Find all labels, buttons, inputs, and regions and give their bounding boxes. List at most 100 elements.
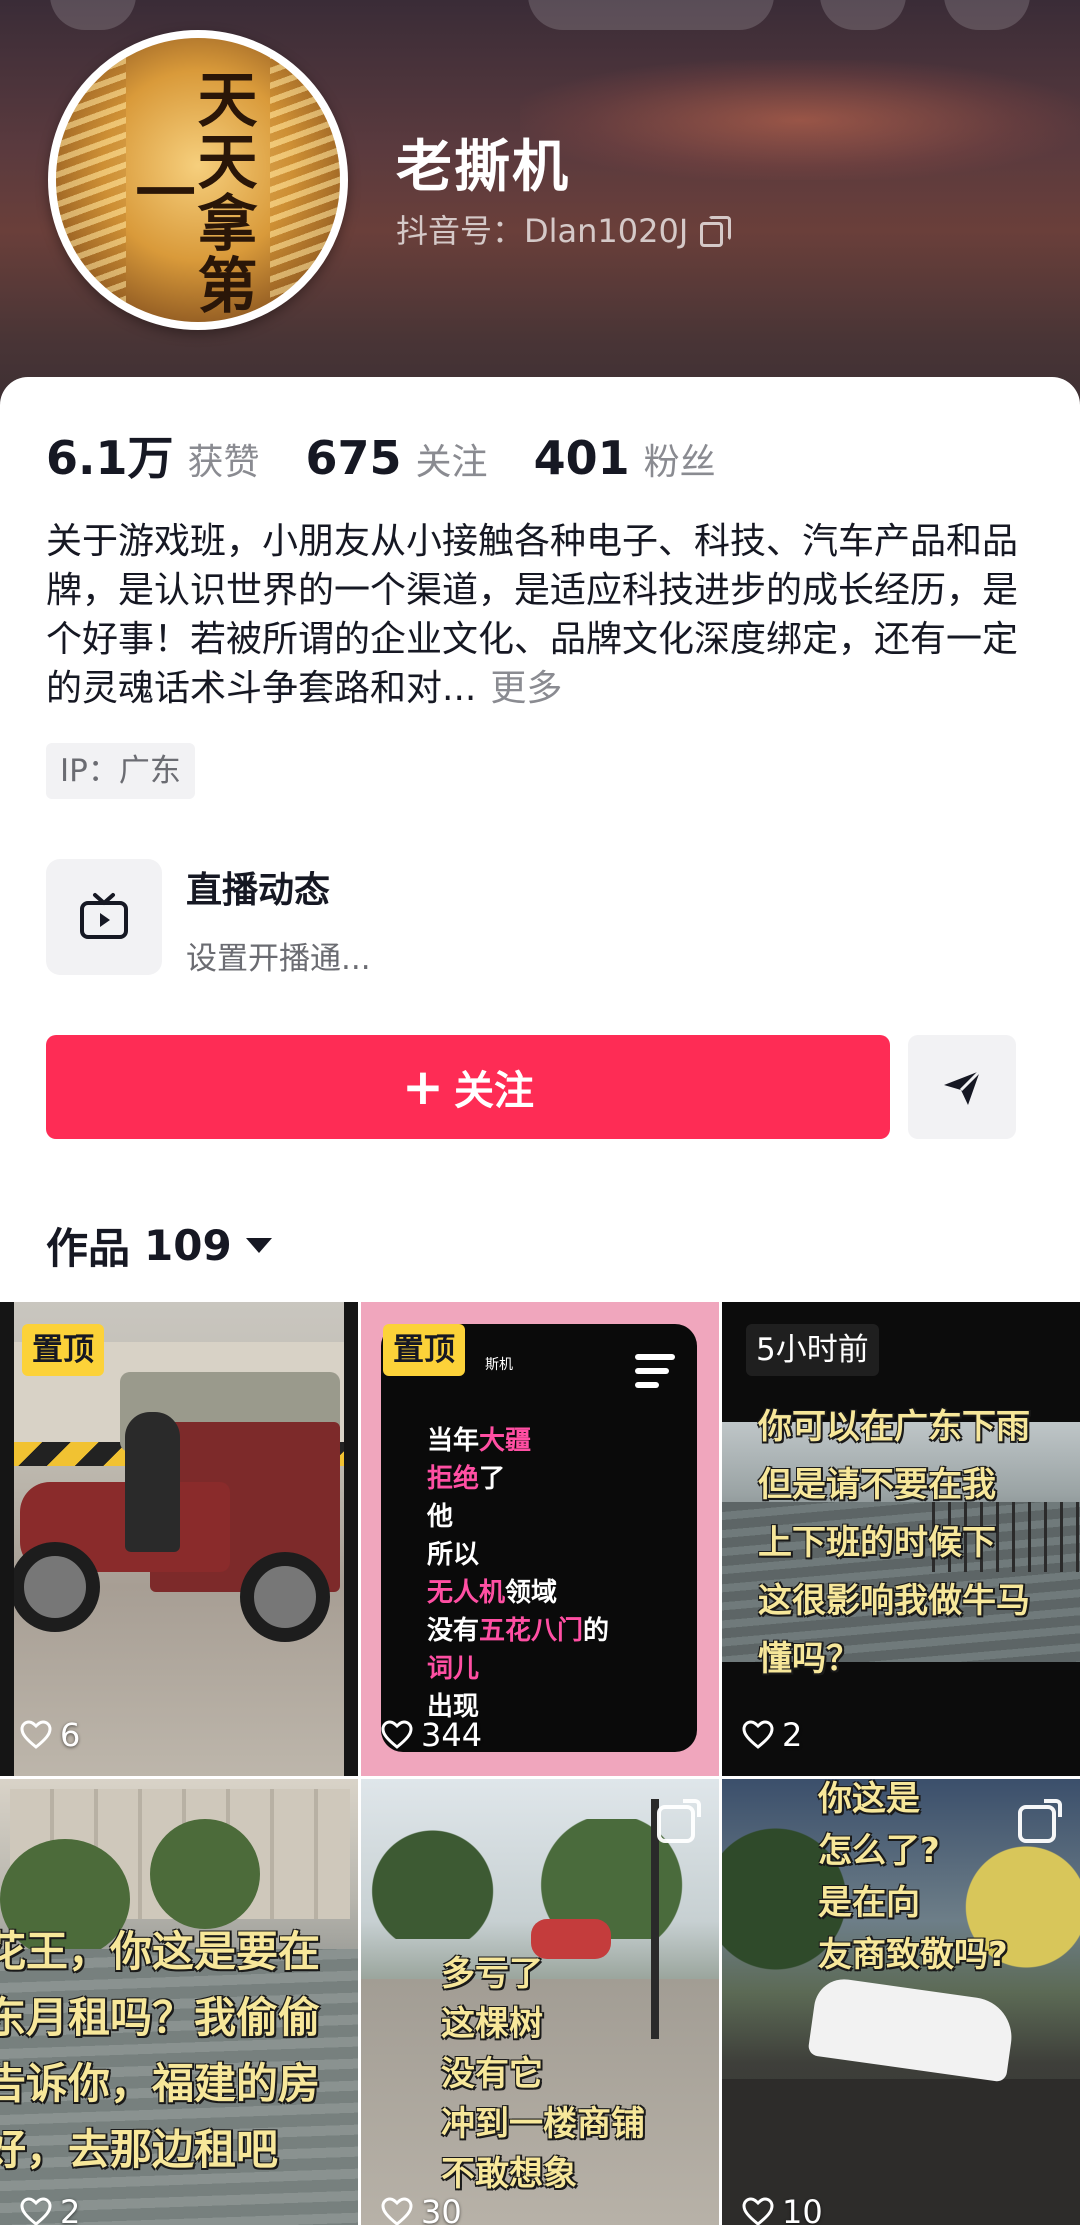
- avatar-calligraphy: 天天拿第一: [125, 68, 257, 316]
- caption-line: 多亏了: [441, 1954, 543, 1994]
- thumbnail-border: [0, 1302, 14, 1776]
- profile-card: 6.1万 获赞 675 关注 401 粉丝 关于游戏班，小朋友从小接触各种电子、…: [0, 377, 1080, 1307]
- douyin-id-row[interactable]: 抖音号：Dlan1020J: [396, 206, 732, 252]
- like-count-value: 10: [782, 2193, 823, 2225]
- caption-line: 上下班的时候下: [758, 1523, 996, 1563]
- like-count: 10: [742, 2193, 823, 2225]
- thumbnail-phone-screen: 斯机 当年大疆 拒绝了他所以 无人机领域 没有五花八门的 词儿 出现: [381, 1324, 697, 1752]
- caption-line: 懂吗？: [758, 1639, 860, 1679]
- video-tile[interactable]: 花王，你这是要在 东月租吗？我偷偷 告诉你，福建的房 好，去那边租吧 2: [0, 1779, 358, 2225]
- stats-row: 6.1万 获赞 675 关注 401 粉丝: [46, 422, 762, 488]
- live-title[interactable]: 直播动态: [186, 861, 330, 913]
- like-count-value: 344: [421, 1716, 483, 1754]
- lyric-segment: 领域: [505, 1578, 558, 1608]
- like-count-value: 2: [782, 1716, 803, 1754]
- lyric-line: 他: [427, 1498, 609, 1536]
- menu-icon: [635, 1354, 675, 1396]
- caption-line: 友商致敬吗?: [818, 1935, 1008, 1975]
- caption-overlay: 花王，你这是要在 东月租吗？我偷偷 告诉你，福建的房 好，去那边租吧: [0, 1919, 320, 2183]
- nickname: 老撕机: [396, 135, 570, 200]
- heart-outline-icon: [381, 1720, 413, 1749]
- lyric-line: 词儿: [427, 1650, 609, 1688]
- caption-overlay: 你可以在广东下雨 但是请不要在我 上下班的时候下 这很影响我做牛马 懂吗？: [758, 1398, 1030, 1688]
- lyric-segment: 的: [583, 1616, 610, 1646]
- lyric-text: 当年大疆 拒绝了他所以 无人机领域 没有五花八门的 词儿 出现: [427, 1422, 609, 1726]
- lyric-segment: 所以: [427, 1540, 480, 1570]
- following-label[interactable]: 关注: [416, 433, 488, 485]
- video-tile[interactable]: 置顶 6: [0, 1302, 358, 1776]
- likes-count[interactable]: 6.1万: [46, 422, 174, 488]
- back-button[interactable]: [50, 0, 136, 30]
- like-count: 6: [20, 1716, 80, 1754]
- lyric-segment: 五花八门: [479, 1616, 584, 1646]
- lyric-line: 拒绝了: [427, 1460, 609, 1498]
- works-tab[interactable]: 作品 109: [46, 1215, 272, 1276]
- caption-line: 花王，你这是要在: [0, 1927, 321, 1976]
- follow-label: 关注: [453, 1068, 534, 1114]
- following-count[interactable]: 675: [306, 431, 402, 485]
- pinned-badge: 置顶: [22, 1324, 104, 1376]
- copy-icon[interactable]: [700, 216, 732, 247]
- lyric-segment: 没有: [427, 1616, 480, 1646]
- like-count-value: 2: [60, 2193, 81, 2225]
- bio-more-link[interactable]: 更多: [490, 668, 562, 709]
- live-entry-icon-box[interactable]: [46, 859, 162, 975]
- more-button[interactable]: [944, 0, 1030, 30]
- video-tile[interactable]: 你这是怎么了? 是在向友商致敬吗? 10: [722, 1779, 1080, 2225]
- heart-outline-icon: [20, 1720, 52, 1749]
- lyric-line: 无人机领域: [427, 1574, 609, 1612]
- caption-overlay: 多亏了 这棵树 没有它 冲到一楼商铺 不敢想象: [441, 1949, 645, 2199]
- like-count: 2: [742, 1716, 802, 1754]
- search-button[interactable]: [820, 0, 906, 30]
- lyric-segment: 词儿: [427, 1654, 480, 1684]
- avatar[interactable]: 天天拿第一: [48, 30, 348, 330]
- followers-count[interactable]: 401: [534, 431, 630, 485]
- ip-location-badge: IP：广东: [46, 743, 195, 799]
- like-count-value: 6: [60, 1716, 81, 1754]
- heart-outline-icon: [381, 2197, 413, 2225]
- lyric-segment: 他: [427, 1502, 454, 1532]
- lyric-line: 当年大疆: [427, 1422, 609, 1460]
- send-arrow-icon: [944, 1069, 982, 1105]
- works-count: 109: [144, 1221, 232, 1270]
- likes-label[interactable]: 获赞: [188, 433, 260, 485]
- top-center-button[interactable]: [528, 0, 774, 30]
- profile-header: 天天拿第一 老撕机 抖音号：Dlan1020J: [0, 0, 1080, 420]
- like-count: 344: [381, 1716, 482, 1754]
- share-button[interactable]: [908, 1035, 1016, 1139]
- caption-line: 但是请不要在我: [758, 1465, 996, 1505]
- followers-label[interactable]: 粉丝: [644, 433, 716, 485]
- thumbnail-person: [125, 1412, 180, 1552]
- caption-line: 告诉你，福建的房: [0, 2059, 321, 2108]
- like-count-value: 30: [421, 2193, 462, 2225]
- caption-line: 冲到一楼商铺: [441, 2104, 645, 2144]
- lyric-segment: 了: [479, 1464, 506, 1494]
- video-tile[interactable]: 你可以在广东下雨 但是请不要在我 上下班的时候下 这很影响我做牛马 懂吗？ 5小时前 2: [722, 1302, 1080, 1776]
- time-badge: 5小时前: [746, 1324, 879, 1376]
- caret-down-icon[interactable]: [245, 1238, 272, 1253]
- caption-line: 怎么了?: [818, 1831, 940, 1871]
- sunset-glow: [520, 60, 1080, 180]
- caption-line: 好，去那边租吧: [0, 2125, 279, 2174]
- video-tile[interactable]: 多亏了 这棵树 没有它 冲到一楼商铺 不敢想象 30: [361, 1779, 719, 2225]
- caption-line: 是在向: [818, 1883, 920, 1923]
- like-count: 30: [381, 2193, 462, 2225]
- works-label: 作品: [46, 1224, 131, 1273]
- thumbnail-tree: [150, 1819, 260, 1929]
- lyric-segment: 拒绝: [427, 1464, 480, 1494]
- live-subtitle[interactable]: 设置开播通...: [186, 933, 371, 978]
- thumbnail-border: [344, 1302, 358, 1776]
- heart-outline-icon: [20, 2197, 52, 2225]
- caption-line: 不敢想象: [441, 2154, 577, 2194]
- wheat-decoration: [270, 38, 340, 322]
- caption-line: 没有它: [441, 2054, 543, 2094]
- follow-button[interactable]: + 关注: [46, 1035, 890, 1139]
- thumbnail-wheel: [240, 1552, 330, 1642]
- video-tile[interactable]: 斯机 当年大疆 拒绝了他所以 无人机领域 没有五花八门的 词儿 出现 置顶 344: [361, 1302, 719, 1776]
- pinned-badge: 置顶: [383, 1324, 465, 1376]
- lyric-segment: 当年: [427, 1426, 480, 1456]
- multi-image-icon: [657, 1799, 701, 1843]
- video-grid: 置顶 6 斯机 当年大疆 拒绝了他所以 无人机领域 没有五花八门的 词儿 出现 置顶 34…: [0, 1302, 1080, 2225]
- caption-line: 你这是: [818, 1779, 920, 1819]
- bio[interactable]: 关于游戏班，小朋友从小接触各种电子、科技、汽车产品和品牌，是认识世界的一个渠道，…: [46, 517, 1036, 713]
